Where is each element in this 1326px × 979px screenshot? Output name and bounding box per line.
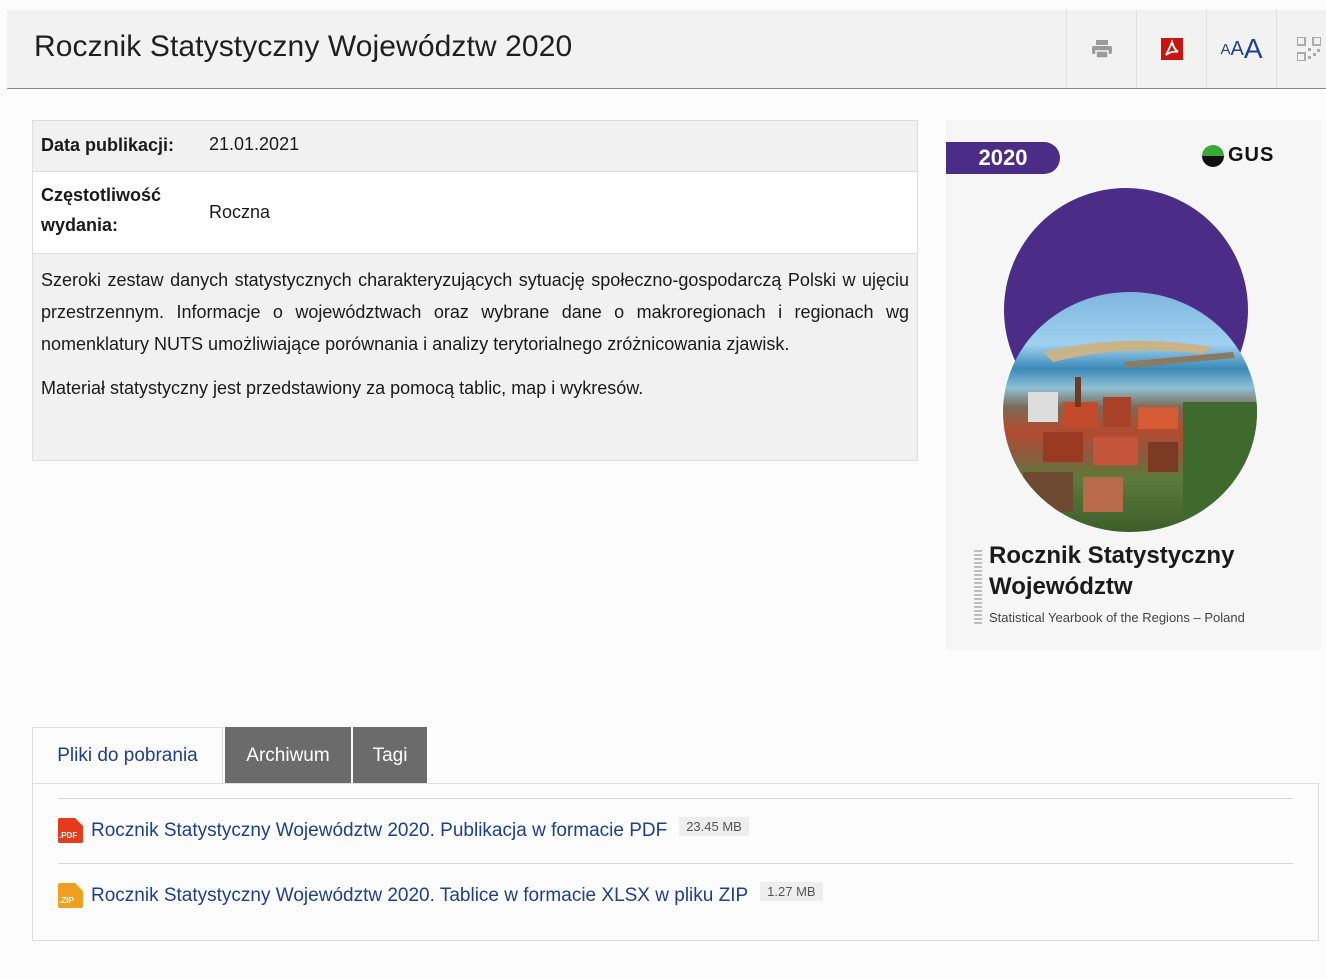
frequency-value: Roczna bbox=[209, 202, 271, 222]
file-type-label: .PDF bbox=[59, 831, 78, 840]
cover-image: 2020 GUS Rocznik Statystyczny Województw… bbox=[946, 120, 1321, 650]
printer-icon bbox=[1091, 40, 1112, 59]
font-large-button[interactable]: A bbox=[1244, 33, 1263, 65]
tab-downloads[interactable]: Pliki do pobrania bbox=[32, 727, 223, 784]
file-size-badge: 1.27 MB bbox=[760, 882, 823, 901]
downloads-panel: .PDF Rocznik Statystyczny Województw 202… bbox=[32, 783, 1319, 941]
publication-info: Data publikacji: 21.01.2021 Częstotliwoś… bbox=[32, 120, 918, 461]
zip-file-icon: .ZIP bbox=[58, 883, 83, 908]
file-row: .ZIP Rocznik Statystyczny Województw 202… bbox=[58, 863, 1293, 927]
cover-photo-illustration bbox=[1023, 340, 1257, 532]
file-size-badge: 23.45 MB bbox=[679, 817, 749, 836]
pdf-file-icon: .PDF bbox=[58, 818, 83, 843]
pdf-icon bbox=[1160, 38, 1183, 60]
tab-tags[interactable]: Tagi bbox=[353, 727, 427, 784]
publication-date-label: Data publikacji: bbox=[41, 135, 175, 155]
qr-code-button[interactable] bbox=[1276, 10, 1326, 88]
publication-date-row: Data publikacji: 21.01.2021 bbox=[33, 121, 917, 172]
page-header: Rocznik Statystyczny Województw 2020 A A… bbox=[7, 10, 1326, 89]
file-type-label: .ZIP bbox=[59, 896, 74, 905]
description: Szeroki zestaw danych statystycznych cha… bbox=[41, 264, 909, 416]
tab-bar: Pliki do pobrania Archiwum Tagi bbox=[32, 727, 427, 784]
font-medium-button[interactable]: A bbox=[1230, 38, 1243, 61]
cover-year-badge: 2020 bbox=[946, 142, 1060, 174]
publication-date-value: 21.01.2021 bbox=[209, 134, 300, 154]
cover-title: Rocznik Statystyczny Województw bbox=[989, 542, 1235, 600]
font-small-button[interactable]: A bbox=[1220, 41, 1230, 58]
file-row: .PDF Rocznik Statystyczny Województw 202… bbox=[58, 798, 1293, 862]
cover-side-imprint bbox=[974, 550, 982, 626]
description-paragraph: Szeroki zestaw danych statystycznych cha… bbox=[41, 270, 909, 354]
page-title: Rocznik Statystyczny Województw 2020 bbox=[34, 30, 573, 63]
cover-subtitle: Statistical Yearbook of the Regions – Po… bbox=[989, 610, 1245, 625]
pdf-export-button[interactable] bbox=[1136, 10, 1206, 88]
description-paragraph: Materiał statystyczny jest przedstawiony… bbox=[41, 378, 644, 398]
toolbar: A A A bbox=[1066, 10, 1326, 88]
tab-archive[interactable]: Archiwum bbox=[225, 727, 351, 784]
gus-logo-icon bbox=[1202, 144, 1224, 167]
print-button[interactable] bbox=[1066, 10, 1136, 88]
file-download-link[interactable]: Rocznik Statystyczny Województw 2020. Pu… bbox=[91, 820, 667, 842]
qr-code-icon bbox=[1297, 37, 1321, 61]
frequency-label: Częstotliwość wydania: bbox=[41, 185, 162, 235]
file-download-link[interactable]: Rocznik Statystyczny Województw 2020. Ta… bbox=[91, 885, 748, 907]
gus-logo-text: GUS bbox=[1228, 144, 1275, 166]
gus-logo: GUS bbox=[1202, 144, 1274, 167]
cover-city-photo bbox=[1003, 292, 1257, 532]
font-size-switcher: A A A bbox=[1206, 10, 1276, 88]
frequency-row: Częstotliwość wydania: Roczna bbox=[33, 172, 917, 254]
